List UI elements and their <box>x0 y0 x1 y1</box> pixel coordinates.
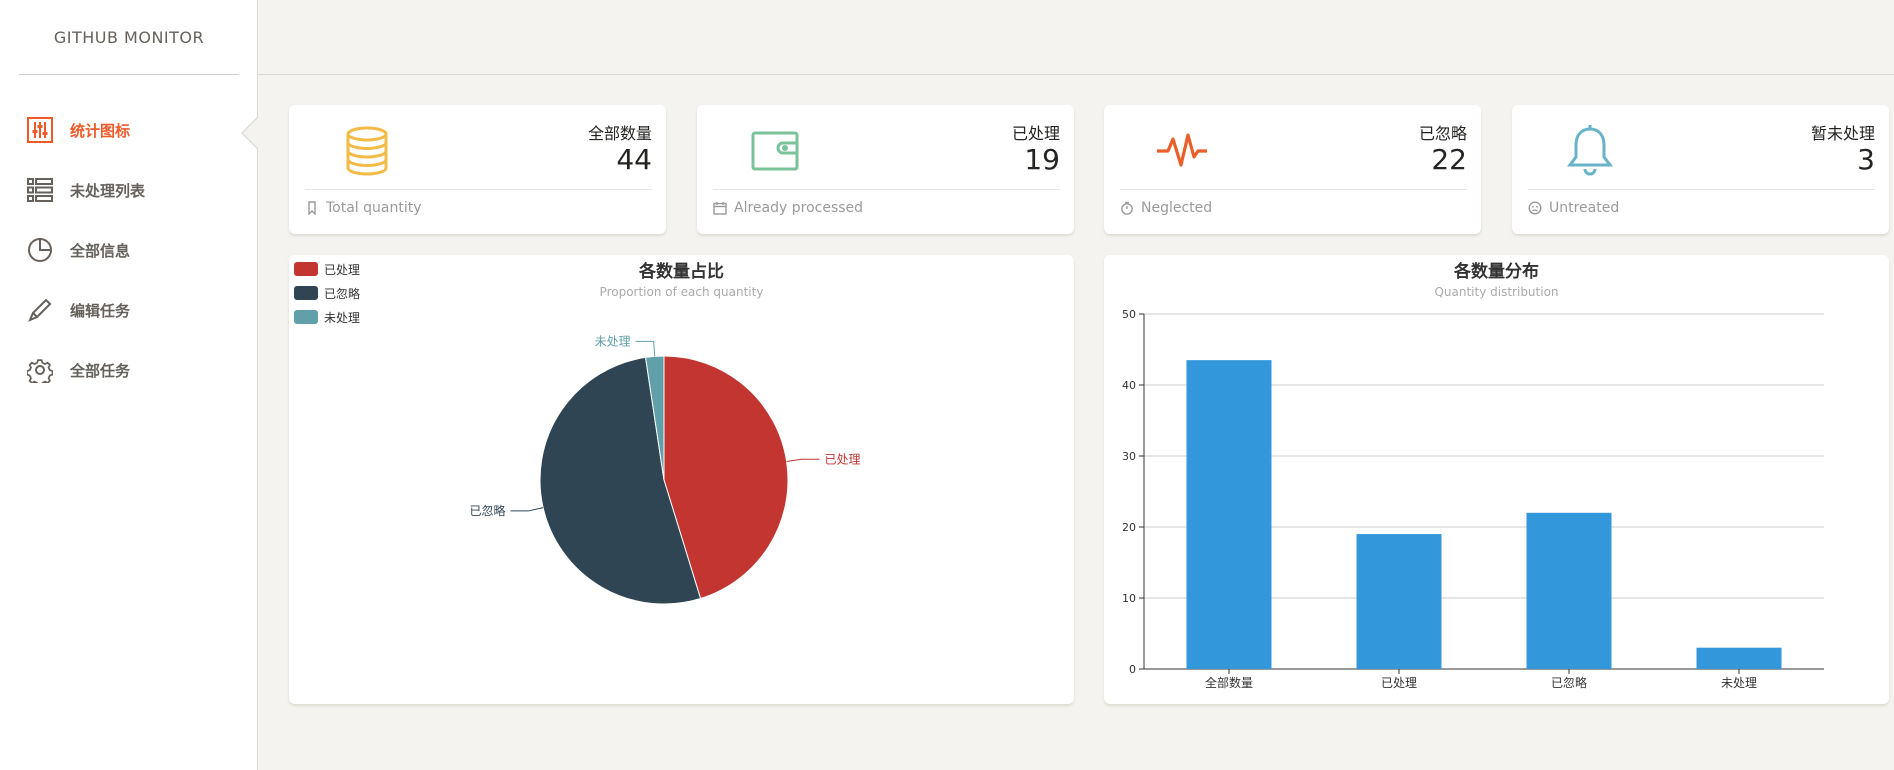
stat-footer: Already processed <box>713 200 863 216</box>
bar[interactable] <box>1696 647 1782 669</box>
bar[interactable] <box>1186 360 1272 669</box>
x-tick-label: 全部数量 <box>1205 675 1253 690</box>
divider <box>1120 189 1467 190</box>
y-tick-label: 30 <box>1122 450 1136 463</box>
stat-card-neglected: 已忽略 22 Neglected <box>1104 105 1481 234</box>
pie-label-line <box>635 340 656 357</box>
sidebar-item-label: 统计图标 <box>70 121 131 140</box>
divider <box>1528 189 1875 190</box>
stat-card-total: 全部数量 44 Total quantity <box>289 105 666 234</box>
equalizer-icon <box>26 116 54 144</box>
y-tick-label: 20 <box>1122 521 1136 534</box>
y-tick-label: 50 <box>1122 308 1136 321</box>
stat-footer: Untreated <box>1528 200 1619 216</box>
database-icon <box>339 123 395 179</box>
sidebar-nav: 统计图标 未处理列表 全部信息 编辑任务 全部任务 <box>0 100 258 400</box>
x-tick-label: 已处理 <box>1381 676 1417 690</box>
stat-value: 19 <box>1024 143 1060 176</box>
gear-icon <box>26 356 54 384</box>
y-tick-label: 10 <box>1122 592 1136 605</box>
stat-title: 已处理 <box>1011 124 1060 143</box>
stat-footer-text: Untreated <box>1549 200 1620 216</box>
pie-chart-icon <box>26 236 54 264</box>
top-navbar <box>258 0 1894 75</box>
pie-label-line <box>786 458 820 463</box>
stat-value: 3 <box>1857 143 1875 176</box>
bell-icon <box>1562 123 1618 179</box>
stat-title: 暂未处理 <box>1810 124 1875 143</box>
brand-logo[interactable]: GITHUB MONITOR <box>19 0 239 75</box>
stat-footer-text: Already processed <box>734 200 864 216</box>
pie-label: 未处理 <box>595 334 631 348</box>
sidebar: GITHUB MONITOR 统计图标 未处理列表 全部信息 编辑任务 全部任务 <box>0 0 258 770</box>
stat-title: 全部数量 <box>587 124 652 143</box>
stat-card-processed: 已处理 19 Already processed <box>697 105 1074 234</box>
pie-label: 已忽略 <box>469 503 505 518</box>
stat-value: 22 <box>1431 143 1467 176</box>
stat-card-untreated: 暂未处理 3 Untreated <box>1512 105 1889 234</box>
list-icon <box>26 176 54 204</box>
sidebar-item-edit-task[interactable]: 编辑任务 <box>0 280 257 340</box>
bookmark-icon <box>305 201 319 215</box>
sidebar-item-label: 未处理列表 <box>70 181 146 200</box>
pie-label-line <box>510 507 544 512</box>
sidebar-item-label: 全部信息 <box>70 241 131 260</box>
sidebar-item-all-tasks[interactable]: 全部任务 <box>0 340 257 400</box>
calendar-icon <box>713 201 727 215</box>
face-icon <box>1528 201 1542 215</box>
pie-label: 已处理 <box>824 452 860 466</box>
divider <box>305 189 652 190</box>
sidebar-item-untreated-list[interactable]: 未处理列表 <box>0 160 257 220</box>
y-tick-label: 0 <box>1129 663 1136 676</box>
sidebar-item-label: 全部任务 <box>70 361 131 380</box>
sidebar-item-statistics[interactable]: 统计图标 <box>0 100 258 160</box>
bar-chart: 0 10 20 30 40 50 全部数量 已处理 已忽略 未处理 <box>1122 308 1824 690</box>
divider <box>713 189 1060 190</box>
bar[interactable] <box>1356 534 1442 669</box>
x-tick-label: 未处理 <box>1721 676 1757 690</box>
bar-chart-card: 各数量分布 Quantity distribution 0 10 20 30 40 50 全… <box>1104 255 1889 704</box>
pie-chart-card: 各数量占比 Proportion of each quantity 已处理 已忽略… <box>289 255 1074 704</box>
stat-footer: Neglected <box>1120 200 1212 216</box>
stat-title: 已忽略 <box>1418 124 1467 143</box>
stat-value: 44 <box>616 143 652 176</box>
wallet-icon <box>747 123 803 179</box>
bar[interactable] <box>1526 512 1612 669</box>
stat-footer: Total quantity <box>305 200 422 216</box>
pencil-icon <box>26 296 54 324</box>
sidebar-item-all-info[interactable]: 全部信息 <box>0 220 257 280</box>
stat-footer-text: Total quantity <box>326 200 422 216</box>
pie-chart: 已处理已忽略 未处理 <box>469 334 860 605</box>
x-tick-label: 已忽略 <box>1551 675 1587 690</box>
y-tick-label: 40 <box>1122 379 1136 392</box>
timer-icon <box>1120 201 1134 215</box>
pulse-icon <box>1154 123 1210 179</box>
sidebar-item-label: 编辑任务 <box>70 301 131 320</box>
stat-footer-text: Neglected <box>1141 200 1213 216</box>
